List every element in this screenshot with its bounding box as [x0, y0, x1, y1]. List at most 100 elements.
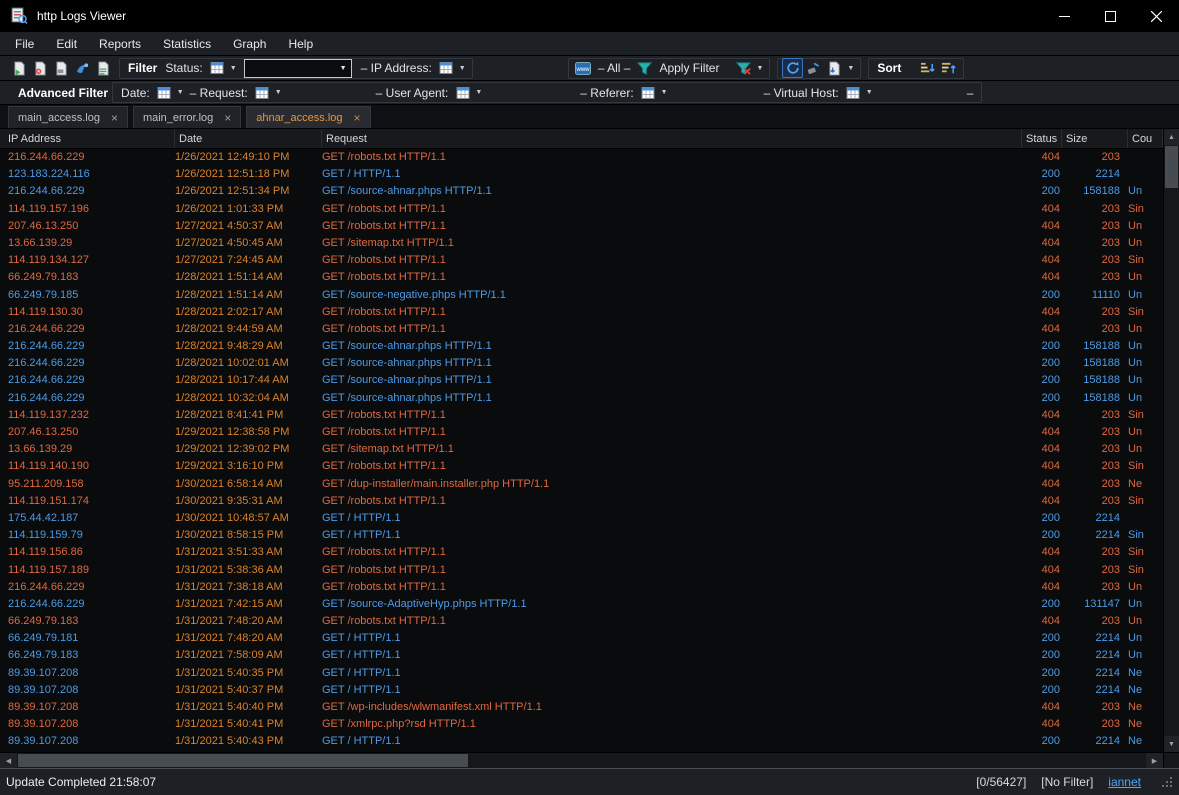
clear-filter-funnel-icon[interactable]	[733, 58, 754, 78]
www-icon[interactable]: www	[573, 58, 594, 78]
filter-value-combobox[interactable]: ▼	[244, 59, 352, 78]
tab-ahnar-access-log[interactable]: ahnar_access.log ×	[246, 106, 370, 128]
horizontal-scrollbar[interactable]: ◀ ▶	[0, 752, 1179, 768]
open-file-icon[interactable]	[9, 58, 30, 78]
table-row[interactable]: 89.39.107.2081/31/2021 5:40:40 PMGET /wp…	[0, 699, 1163, 716]
table-row[interactable]: 216.244.66.2291/28/2021 10:32:04 AMGET /…	[0, 390, 1163, 407]
vertical-scroll-thumb[interactable]	[1165, 146, 1178, 188]
table-row[interactable]: 114.119.134.1271/27/2021 7:24:45 AMGET /…	[0, 252, 1163, 269]
table-row[interactable]: 66.249.79.1831/31/2021 7:48:20 AMGET /ro…	[0, 613, 1163, 630]
maximize-button[interactable]	[1087, 0, 1133, 32]
table-row[interactable]: 13.66.139.291/27/2021 4:50:45 AMGET /sit…	[0, 235, 1163, 252]
request-picker-grid-icon[interactable]	[252, 83, 273, 103]
cell-ip: 66.249.79.183	[0, 647, 175, 664]
clear-log-icon[interactable]	[803, 58, 824, 78]
table-row[interactable]: 216.244.66.2291/26/2021 12:49:10 PMGET /…	[0, 149, 1163, 166]
column-header-request[interactable]: Request	[322, 129, 1022, 148]
table-row[interactable]: 216.244.66.2291/31/2021 7:42:15 AMGET /s…	[0, 596, 1163, 613]
file-tools-group	[6, 58, 117, 79]
scroll-left-icon[interactable]: ◀	[0, 753, 17, 768]
cell-cou: Un	[1128, 321, 1163, 338]
vertical-scrollbar[interactable]: ▲ ▼	[1163, 129, 1179, 752]
menu-file[interactable]: File	[4, 32, 45, 55]
cell-date: 1/31/2021 7:48:20 AM	[175, 613, 322, 630]
table-row[interactable]: 89.39.107.2081/31/2021 5:40:41 PMGET /xm…	[0, 716, 1163, 733]
apply-filter-funnel-icon[interactable]	[634, 58, 655, 78]
menu-help[interactable]: Help	[277, 32, 324, 55]
filter-scope-label[interactable]: – All –	[598, 61, 631, 75]
date-picker-grid-icon[interactable]	[154, 83, 175, 103]
tab-close-icon[interactable]: ×	[224, 112, 231, 124]
table-row[interactable]: 114.119.130.301/28/2021 2:02:17 AMGET /r…	[0, 304, 1163, 321]
table-row[interactable]: 216.244.66.2291/28/2021 10:02:01 AMGET /…	[0, 355, 1163, 372]
table-row[interactable]: 123.183.224.1161/26/2021 12:51:18 PMGET …	[0, 166, 1163, 183]
table-row[interactable]: 95.211.209.1581/30/2021 6:58:14 AMGET /d…	[0, 476, 1163, 493]
reopen-log-icon[interactable]	[51, 58, 72, 78]
table-row[interactable]: 66.249.79.1831/28/2021 1:51:14 AMGET /ro…	[0, 269, 1163, 286]
column-header-size[interactable]: Size	[1062, 129, 1128, 148]
table-row[interactable]: 114.119.156.861/31/2021 3:51:33 AMGET /r…	[0, 544, 1163, 561]
scroll-right-icon[interactable]: ▶	[1146, 753, 1163, 768]
cell-cou: Un	[1128, 596, 1163, 613]
vertical-scroll-track[interactable]	[1164, 145, 1179, 736]
vendor-link[interactable]: iannet	[1108, 775, 1141, 789]
ip-picker-grid-icon[interactable]	[436, 58, 457, 78]
resize-grip[interactable]	[1160, 775, 1174, 789]
table-row[interactable]: 66.249.79.1811/31/2021 7:48:20 AMGET / H…	[0, 630, 1163, 647]
status-picker-grid-icon[interactable]	[207, 58, 228, 78]
table-row[interactable]: 13.66.139.291/29/2021 12:39:02 PMGET /si…	[0, 441, 1163, 458]
menu-graph[interactable]: Graph	[222, 32, 277, 55]
table-row[interactable]: 114.119.159.791/30/2021 8:58:15 PMGET / …	[0, 527, 1163, 544]
table-row[interactable]: 114.119.137.2321/28/2021 8:41:41 PMGET /…	[0, 407, 1163, 424]
table-row[interactable]: 175.44.42.1871/30/2021 10:48:57 AMGET / …	[0, 510, 1163, 527]
minimize-button[interactable]	[1041, 0, 1087, 32]
virtual-host-picker-grid-icon[interactable]	[843, 83, 864, 103]
menu-statistics[interactable]: Statistics	[152, 32, 222, 55]
column-header-country[interactable]: Cou	[1128, 129, 1163, 148]
table-row[interactable]: 114.119.151.1741/30/2021 9:35:31 AMGET /…	[0, 493, 1163, 510]
tab-close-icon[interactable]: ×	[354, 112, 361, 124]
open-url-icon[interactable]	[30, 58, 51, 78]
auto-refresh-icon[interactable]	[782, 58, 803, 78]
sort-ascending-icon[interactable]	[917, 58, 938, 78]
column-header-date[interactable]: Date	[175, 129, 322, 148]
tab-main-access-log[interactable]: main_access.log ×	[8, 106, 128, 128]
table-row[interactable]: 207.46.13.2501/27/2021 4:50:37 AMGET /ro…	[0, 218, 1163, 235]
menu-reports[interactable]: Reports	[88, 32, 152, 55]
referer-picker-grid-icon[interactable]	[638, 83, 659, 103]
table-row[interactable]: 114.119.157.1891/31/2021 5:38:36 AMGET /…	[0, 562, 1163, 579]
scroll-down-icon[interactable]: ▼	[1164, 736, 1179, 752]
cell-ip: 95.211.209.158	[0, 476, 175, 493]
column-header-ip[interactable]: IP Address	[0, 129, 175, 148]
tail-log-icon[interactable]	[824, 58, 845, 78]
scroll-up-icon[interactable]: ▲	[1164, 129, 1179, 145]
table-row[interactable]: 114.119.140.1901/29/2021 3:16:10 PMGET /…	[0, 458, 1163, 475]
table-row[interactable]: 89.39.107.2081/31/2021 5:40:37 PMGET / H…	[0, 682, 1163, 699]
horizontal-scroll-thumb[interactable]	[18, 754, 468, 767]
table-row[interactable]: 216.244.66.2291/28/2021 9:44:59 AMGET /r…	[0, 321, 1163, 338]
sort-descending-icon[interactable]	[938, 58, 959, 78]
column-header-status[interactable]: Status	[1022, 129, 1062, 148]
apply-filter-label[interactable]: Apply Filter	[659, 61, 719, 75]
cell-req: GET /robots.txt HTTP/1.1	[322, 458, 1022, 475]
table-row[interactable]: 89.39.107.2081/31/2021 5:40:35 PMGET / H…	[0, 665, 1163, 682]
cell-cou: Ne	[1128, 716, 1163, 733]
user-agent-picker-grid-icon[interactable]	[452, 83, 473, 103]
tab-close-icon[interactable]: ×	[111, 112, 118, 124]
table-row[interactable]: 216.244.66.2291/28/2021 10:17:44 AMGET /…	[0, 372, 1163, 389]
table-row[interactable]: 114.119.157.1961/26/2021 1:01:33 PMGET /…	[0, 201, 1163, 218]
combo-dropdown-icon[interactable]: ▼	[336, 60, 351, 77]
table-row[interactable]: 66.249.79.1851/28/2021 1:51:14 AMGET /so…	[0, 287, 1163, 304]
export-log-icon[interactable]	[93, 58, 114, 78]
horizontal-scroll-track[interactable]	[17, 753, 1146, 768]
table-row[interactable]: 207.46.13.2501/29/2021 12:38:58 PMGET /r…	[0, 424, 1163, 441]
table-row[interactable]: 89.39.107.2081/31/2021 5:40:43 PMGET / H…	[0, 733, 1163, 750]
close-button[interactable]	[1133, 0, 1179, 32]
table-row[interactable]: 216.244.66.2291/31/2021 7:38:18 AMGET /r…	[0, 579, 1163, 596]
tab-main-error-log[interactable]: main_error.log ×	[133, 106, 241, 128]
table-row[interactable]: 216.244.66.2291/28/2021 9:48:29 AMGET /s…	[0, 338, 1163, 355]
menu-edit[interactable]: Edit	[45, 32, 88, 55]
table-row[interactable]: 216.244.66.2291/26/2021 12:51:34 PMGET /…	[0, 183, 1163, 200]
table-row[interactable]: 66.249.79.1831/31/2021 7:58:09 AMGET / H…	[0, 647, 1163, 664]
remote-tail-icon[interactable]	[72, 58, 93, 78]
